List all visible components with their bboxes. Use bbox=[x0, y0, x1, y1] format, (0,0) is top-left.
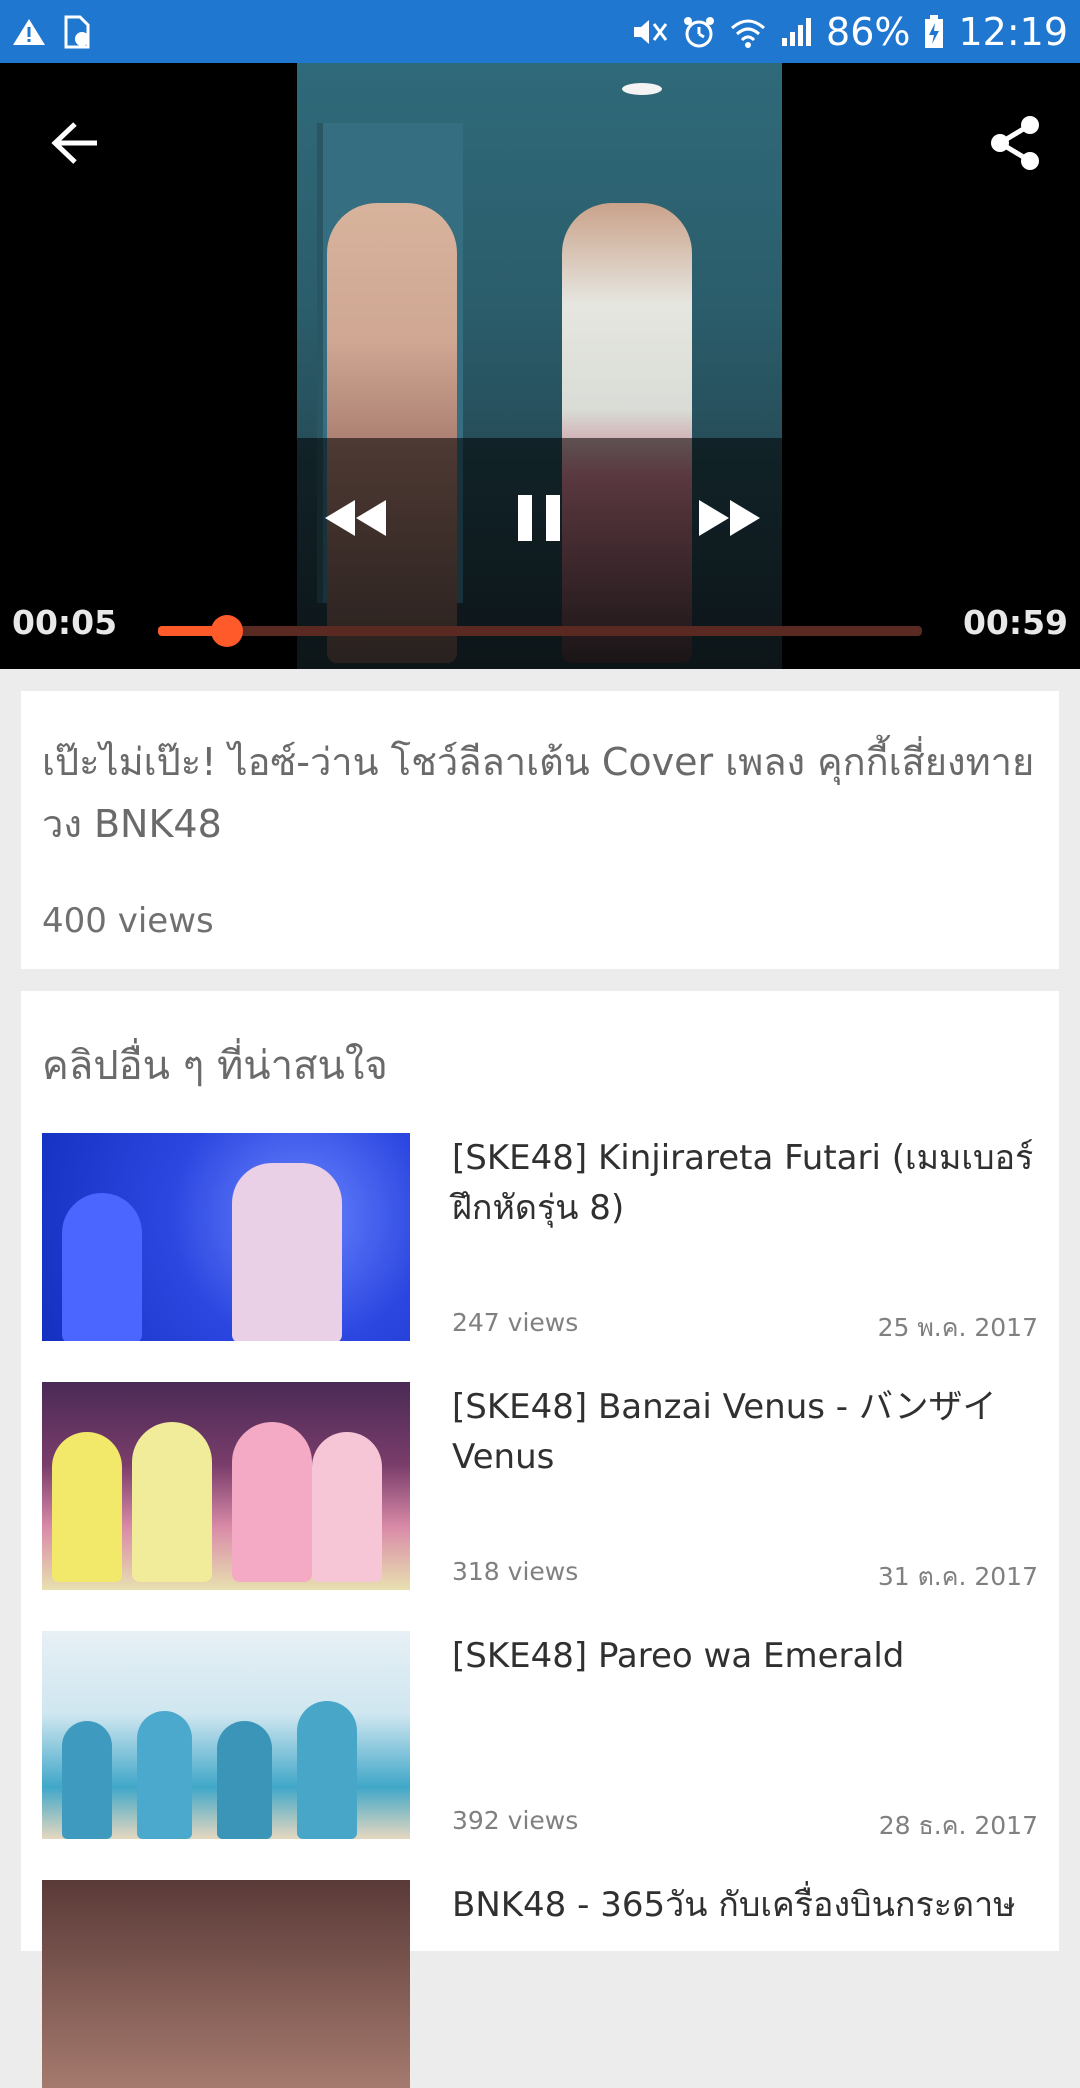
mute-icon bbox=[632, 16, 668, 48]
video-player[interactable]: 00:05 00:59 bbox=[0, 63, 1080, 669]
back-button[interactable] bbox=[40, 108, 110, 178]
alarm-icon bbox=[682, 15, 716, 49]
related-item[interactable]: [SKE48] Banzai Venus - バンザイVenus 318 vie… bbox=[42, 1382, 1038, 1591]
thumbnail-figure bbox=[217, 1721, 272, 1839]
status-bar: 86% 12:19 bbox=[0, 0, 1080, 63]
thumbnail-figure bbox=[232, 1422, 312, 1582]
thumbnail-figure bbox=[132, 1422, 212, 1582]
related-item-date: 31 ต.ค. 2017 bbox=[877, 1562, 1038, 1591]
thumbnail-figure bbox=[312, 1432, 382, 1582]
thumbnail-figure bbox=[62, 1193, 142, 1341]
seek-thumb[interactable] bbox=[210, 615, 243, 647]
related-item-title: BNK48 - 365วัน กับเครื่องบินกระดาษ bbox=[452, 1885, 1016, 1925]
battery-percent: 86% bbox=[826, 9, 911, 54]
video-thumbnail[interactable] bbox=[42, 1631, 410, 1839]
thumbnail-figure bbox=[297, 1701, 357, 1839]
rewind-button[interactable] bbox=[315, 483, 395, 553]
battery-icon bbox=[924, 14, 944, 49]
pause-button[interactable] bbox=[505, 483, 575, 553]
related-clips-card: คลิปอื่น ๆ ที่น่าสนใจ [SKE48] Kinjiraret… bbox=[21, 991, 1059, 2088]
pause-icon bbox=[518, 495, 560, 541]
related-item-title: [SKE48] Kinjirareta Futari (เมมเบอร์ฝึกห… bbox=[452, 1138, 1034, 1228]
video-views: 400 views bbox=[42, 901, 214, 941]
wifi-icon bbox=[730, 16, 766, 48]
share-button[interactable] bbox=[980, 108, 1050, 178]
fast-forward-icon bbox=[699, 500, 760, 536]
related-item-views: 318 views bbox=[452, 1557, 579, 1586]
video-thumbnail[interactable] bbox=[42, 1880, 410, 2088]
signal-icon bbox=[780, 16, 812, 48]
related-item[interactable]: [SKE48] Pareo wa Emerald 392 views 28 ธ.… bbox=[42, 1631, 1038, 1840]
related-item[interactable]: BNK48 - 365วัน กับเครื่องบินกระดาษ bbox=[42, 1880, 1038, 2088]
related-item-title: [SKE48] Banzai Venus - バンザイVenus bbox=[452, 1387, 997, 1477]
warning-icon bbox=[12, 17, 46, 47]
thumbnail-figure bbox=[52, 1432, 122, 1582]
seek-bar[interactable] bbox=[158, 615, 922, 647]
video-thumbnail[interactable] bbox=[42, 1382, 410, 1590]
related-heading: คลิปอื่น ๆ ที่น่าสนใจ bbox=[42, 1043, 388, 1089]
video-thumbnail[interactable] bbox=[42, 1133, 410, 1341]
video-title: เป๊ะไม่เป๊ะ! ไอซ์-ว่าน โชว์ลีลาเต้น Cove… bbox=[42, 740, 1035, 846]
rewind-icon bbox=[325, 500, 386, 536]
total-time: 00:59 bbox=[962, 603, 1068, 642]
fast-forward-button[interactable] bbox=[690, 483, 770, 553]
share-icon bbox=[991, 116, 1039, 170]
related-item-views: 247 views bbox=[452, 1308, 579, 1337]
arrow-left-icon bbox=[51, 122, 97, 164]
thumbnail-figure bbox=[137, 1711, 192, 1839]
related-item-date: 28 ธ.ค. 2017 bbox=[878, 1811, 1038, 1840]
sim-card-icon bbox=[62, 15, 92, 49]
clock: 12:19 bbox=[958, 9, 1068, 54]
related-item-views: 392 views bbox=[452, 1806, 579, 1835]
video-info-card: เป๊ะไม่เป๊ะ! ไอซ์-ว่าน โชว์ลีลาเต้น Cove… bbox=[21, 691, 1059, 969]
related-item[interactable]: [SKE48] Kinjirareta Futari (เมมเบอร์ฝึกห… bbox=[42, 1133, 1038, 1342]
thumbnail-figure bbox=[62, 1721, 112, 1839]
related-item-date: 25 พ.ค. 2017 bbox=[877, 1313, 1038, 1342]
video-scene-light bbox=[622, 83, 662, 95]
thumbnail-figure bbox=[232, 1163, 342, 1341]
current-time: 00:05 bbox=[12, 603, 118, 642]
related-item-title: [SKE48] Pareo wa Emerald bbox=[452, 1636, 905, 1676]
